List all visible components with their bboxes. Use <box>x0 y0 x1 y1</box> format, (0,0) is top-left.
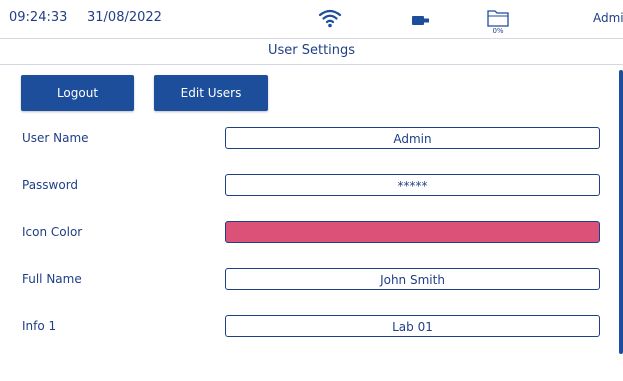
info1-label: Info 1 <box>22 319 57 333</box>
clock-date: 31/08/2022 <box>87 10 162 25</box>
scrollbar[interactable] <box>619 70 623 354</box>
full-name-field[interactable]: John Smith <box>225 268 600 290</box>
password-label: Password <box>22 178 79 192</box>
edit-users-button[interactable]: Edit Users <box>154 75 268 111</box>
full-name-label: Full Name <box>22 272 82 286</box>
logout-button[interactable]: Logout <box>21 75 134 111</box>
user-name-label: User Name <box>22 131 89 145</box>
title-bar: User Settings <box>0 39 623 65</box>
status-bar: 09:24:33 31/08/2022 0% Admin <box>0 0 623 39</box>
wifi-icon <box>318 9 342 28</box>
page-title: User Settings <box>267 43 356 58</box>
icon-color-swatch[interactable] <box>225 221 600 243</box>
icon-color-label: Icon Color <box>22 225 83 239</box>
usb-icon <box>412 16 429 25</box>
clock-time: 09:24:33 <box>9 10 68 25</box>
password-field[interactable]: ***** <box>225 174 600 196</box>
current-user[interactable]: Admin <box>593 11 623 25</box>
storage-percent: 0% <box>492 27 504 35</box>
info1-field[interactable]: Lab 01 <box>225 315 600 337</box>
user-name-field[interactable]: Admin <box>225 127 600 149</box>
